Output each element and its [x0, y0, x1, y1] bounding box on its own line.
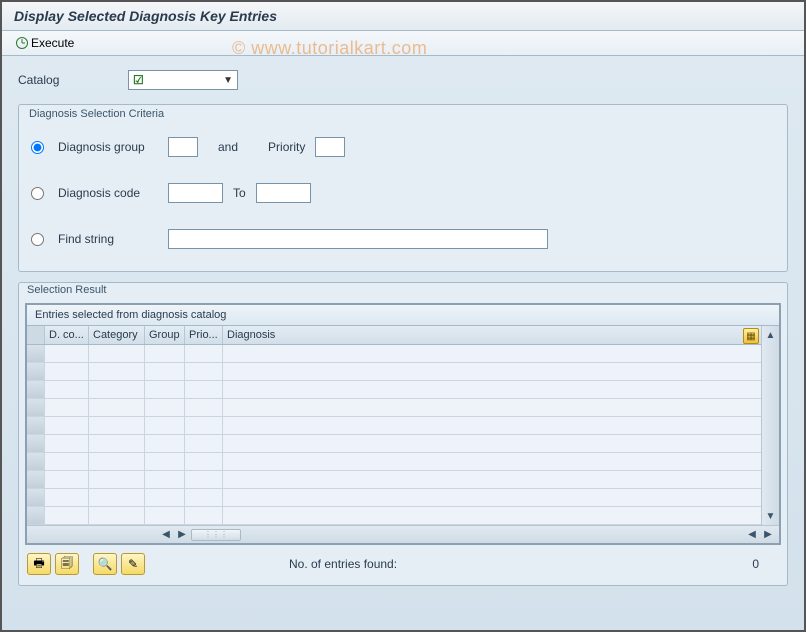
input-diagnosis-group[interactable]	[168, 137, 198, 157]
chevron-down-icon: ▼	[223, 75, 233, 86]
edit-icon: ✎	[128, 557, 138, 571]
column-group[interactable]: Group	[145, 326, 185, 344]
output-icon: 🗐	[61, 554, 73, 575]
table-row[interactable]	[27, 399, 761, 417]
entries-count-value: 0	[679, 557, 759, 571]
column-dcode[interactable]: D. co...	[45, 326, 89, 344]
label-priority: Priority	[268, 140, 305, 154]
scroll-right2-icon[interactable]: ▶	[761, 528, 775, 542]
criteria-title: Diagnosis Selection Criteria	[29, 108, 777, 120]
label-and: and	[218, 140, 238, 154]
entries-count-label: No. of entries found:	[289, 557, 397, 571]
table-row[interactable]	[27, 417, 761, 435]
table-row[interactable]	[27, 435, 761, 453]
print-button[interactable]: 🖶	[27, 553, 51, 575]
horizontal-scrollbar[interactable]: ◀ ▶ ⋮⋮⋮ ◀ ▶	[27, 525, 779, 543]
execute-label: Execute	[31, 36, 74, 50]
scrollbar-thumb[interactable]: ⋮⋮⋮	[191, 529, 241, 541]
scroll-right-icon[interactable]: ▶	[175, 528, 189, 542]
grid-header: D. co... Category Group Prio... Diagnosi…	[27, 326, 761, 345]
table-row[interactable]	[27, 381, 761, 399]
radio-diagnosis-group[interactable]	[31, 141, 44, 154]
table-row[interactable]	[27, 471, 761, 489]
radio-diagnosis-code[interactable]	[31, 187, 44, 200]
criteria-group: Diagnosis Selection Criteria Diagnosis g…	[18, 104, 788, 272]
column-selector[interactable]	[27, 326, 45, 344]
scroll-left2-icon[interactable]: ◀	[745, 528, 759, 542]
scroll-left-icon[interactable]: ◀	[159, 528, 173, 542]
print-icon: 🖶	[33, 554, 44, 575]
toolbar: Execute	[2, 31, 804, 56]
input-find-string[interactable]	[168, 229, 548, 249]
grid-caption: Entries selected from diagnosis catalog	[27, 305, 779, 326]
label-find-string: Find string	[58, 232, 158, 246]
output-button[interactable]: 🗐	[55, 553, 79, 575]
grid-rows	[27, 345, 761, 525]
result-grid: Entries selected from diagnosis catalog …	[25, 303, 781, 545]
result-group: Selection Result Entries selected from d…	[18, 282, 788, 586]
execute-icon	[16, 37, 28, 49]
scroll-up-icon[interactable]: ▲	[764, 328, 778, 342]
column-category[interactable]: Category	[89, 326, 145, 344]
table-row[interactable]	[27, 363, 761, 381]
input-code-from[interactable]	[168, 183, 223, 203]
column-priority[interactable]: Prio...	[185, 326, 223, 344]
page-title: Display Selected Diagnosis Key Entries	[2, 2, 804, 31]
check-icon: ☑	[133, 73, 144, 87]
scroll-down-icon[interactable]: ▼	[764, 509, 778, 523]
table-row[interactable]	[27, 507, 761, 525]
execute-button[interactable]: Execute	[10, 34, 80, 52]
input-priority[interactable]	[315, 137, 345, 157]
result-footer: 🖶 🗐 🔍 ✎ No. of entries found: 0	[25, 545, 781, 577]
edit-button[interactable]: ✎	[121, 553, 145, 575]
column-diagnosis[interactable]: Diagnosis	[223, 326, 761, 344]
radio-find-string[interactable]	[31, 233, 44, 246]
vertical-scrollbar[interactable]: ▲ ▼	[761, 326, 779, 525]
label-diagnosis-group: Diagnosis group	[58, 140, 158, 154]
sap-window: Display Selected Diagnosis Key Entries E…	[2, 2, 804, 630]
table-settings-icon[interactable]: ▦	[743, 328, 759, 344]
catalog-select[interactable]: ☑ ▼	[128, 70, 238, 90]
label-diagnosis-code: Diagnosis code	[58, 186, 158, 200]
input-code-to[interactable]	[256, 183, 311, 203]
search-button[interactable]: 🔍	[93, 553, 117, 575]
label-to: To	[233, 186, 246, 200]
table-row[interactable]	[27, 453, 761, 471]
result-title: Selection Result	[27, 284, 781, 296]
table-row[interactable]	[27, 489, 761, 507]
table-row[interactable]	[27, 345, 761, 363]
body: Catalog ☑ ▼ Diagnosis Selection Criteria…	[2, 56, 804, 600]
search-icon: 🔍	[98, 557, 113, 571]
catalog-label: Catalog	[18, 73, 118, 87]
